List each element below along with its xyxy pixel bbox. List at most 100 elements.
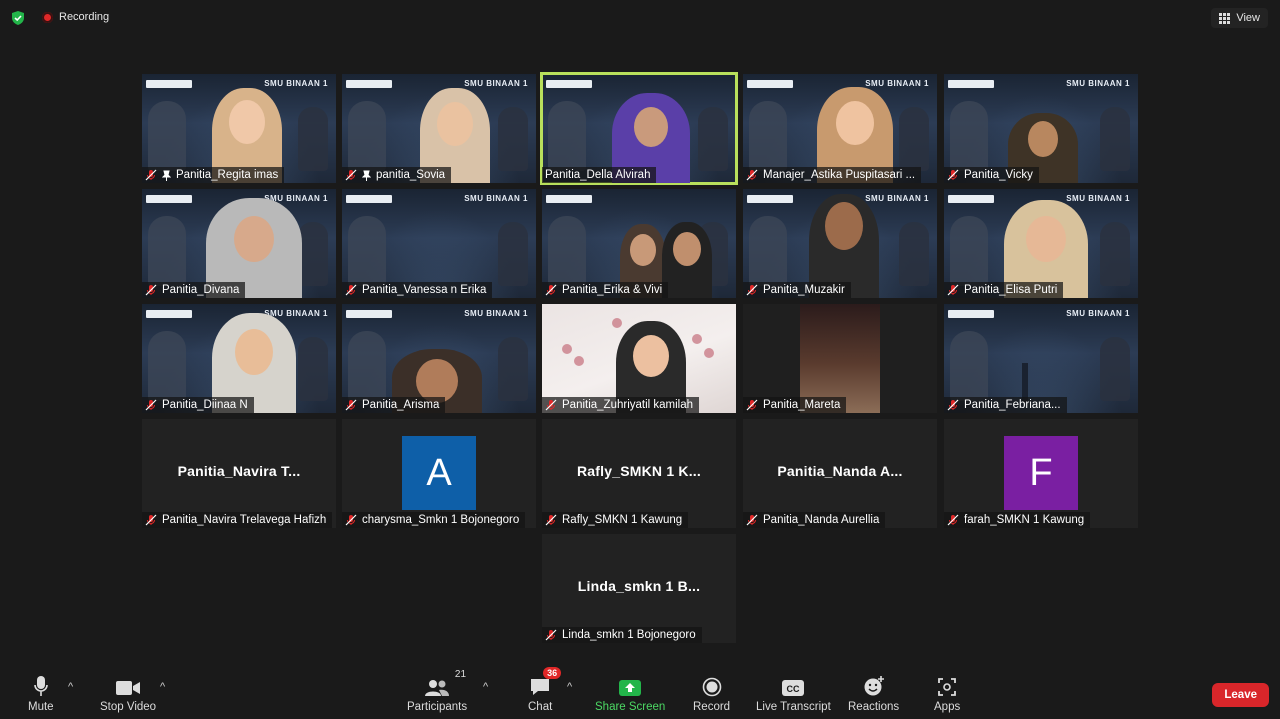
view-label: View xyxy=(1236,12,1260,24)
svg-text:CC: CC xyxy=(787,684,800,694)
video-tile[interactable]: SMU BINAAN 1 Panitia_Elisa Putri xyxy=(944,189,1138,298)
participant-name: panitia_Sovia xyxy=(376,169,446,181)
mic-muted-icon xyxy=(145,284,157,296)
live-transcript-label: Live Transcript xyxy=(756,701,831,713)
participant-name: Panitia_Vicky xyxy=(964,169,1033,181)
mic-muted-icon xyxy=(746,169,758,181)
recording-icon xyxy=(42,11,53,23)
mic-muted-icon xyxy=(746,284,758,296)
participants-options-caret-icon[interactable]: ^ xyxy=(483,681,488,693)
participant-name: Panitia_Della Alvirah xyxy=(545,169,651,181)
mic-muted-icon xyxy=(947,514,959,526)
chat-options-caret-icon[interactable]: ^ xyxy=(567,681,572,693)
grid-view-icon xyxy=(1219,12,1231,24)
meeting-toolbar: Mute ^ Stop Video ^ 21 Participants ^ 36… xyxy=(0,667,1280,719)
recording-indicator[interactable]: Recording xyxy=(42,11,109,23)
share-screen-label: Share Screen xyxy=(595,701,666,713)
video-tile[interactable]: Panitia_Zuhriyatil kamilah xyxy=(542,304,736,413)
mic-muted-icon xyxy=(545,284,557,296)
video-tile[interactable]: SMU BINAAN 1 Panitia_Divana xyxy=(142,189,336,298)
participant-name-plate: Panitia_Vicky xyxy=(944,167,1039,183)
apps-button[interactable]: Apps xyxy=(934,675,960,713)
record-label: Record xyxy=(693,701,731,713)
participant-display-name: Rafly_SMKN 1 K... xyxy=(577,463,701,479)
video-tile[interactable]: SMU BINAAN 1 Panitia_Vicky xyxy=(944,74,1138,183)
video-off-tile[interactable]: Panitia_Navira T... Panitia_Navira Trela… xyxy=(142,419,336,528)
video-off-tile[interactable]: F farah_SMKN 1 Kawung xyxy=(944,419,1138,528)
participant-name-plate: panitia_Sovia xyxy=(342,167,452,183)
video-tile[interactable]: Panitia_Mareta xyxy=(743,304,937,413)
participant-name: farah_SMKN 1 Kawung xyxy=(964,514,1085,526)
mic-muted-icon xyxy=(746,399,758,411)
reactions-icon xyxy=(864,676,884,696)
mic-muted-icon xyxy=(545,629,557,641)
reactions-label: Reactions xyxy=(848,701,900,713)
background-text: SMU BINAAN 1 xyxy=(1066,194,1130,203)
mute-label: Mute xyxy=(28,701,54,713)
chat-label: Chat xyxy=(528,701,553,713)
participant-name-plate: Panitia_Diinaa N xyxy=(142,397,254,413)
closed-caption-icon: CC xyxy=(782,680,805,696)
microphone-icon xyxy=(33,676,48,696)
video-options-caret-icon[interactable]: ^ xyxy=(160,681,165,693)
video-off-tile[interactable]: Rafly_SMKN 1 K... Rafly_SMKN 1 Kawung xyxy=(542,419,736,528)
video-tile[interactable]: SMU BINAAN 1 Manajer_Astika Puspitasari … xyxy=(743,74,937,183)
video-off-tile[interactable]: Panitia_Nanda A... Panitia_Nanda Aurelli… xyxy=(743,419,937,528)
video-tile[interactable]: SMU BINAAN 1 Panitia_Regita imas xyxy=(142,74,336,183)
participant-name: Panitia_Mareta xyxy=(763,399,841,411)
chat-unread-badge: 36 xyxy=(543,667,562,679)
share-screen-icon xyxy=(619,680,642,696)
security-shield-icon[interactable] xyxy=(10,10,26,26)
stop-video-label: Stop Video xyxy=(100,701,157,713)
share-screen-button[interactable]: Share Screen xyxy=(595,675,665,713)
video-tile[interactable]: Panitia_Erika & Vivi xyxy=(542,189,736,298)
participant-name: Panitia_Muzakir xyxy=(763,284,845,296)
video-tile[interactable]: SMU BINAAN 1 Panitia_Diinaa N xyxy=(142,304,336,413)
apps-label: Apps xyxy=(934,701,961,713)
mic-muted-icon xyxy=(145,514,157,526)
participant-name-plate: Rafly_SMKN 1 Kawung xyxy=(542,512,689,528)
participant-name-plate: Panitia_Nanda Aurellia xyxy=(743,512,886,528)
video-camera-icon xyxy=(116,681,141,695)
background-text: SMU BINAAN 1 xyxy=(464,309,528,318)
participant-name: Panitia_Nanda Aurellia xyxy=(763,514,880,526)
participant-name-plate: Panitia_Navira Trelavega Hafizh xyxy=(142,512,333,528)
participant-name: Panitia_Vanessa n Erika xyxy=(362,284,487,296)
stop-video-button[interactable]: Stop Video xyxy=(100,675,156,713)
mic-muted-icon xyxy=(947,284,959,296)
audio-options-caret-icon[interactable]: ^ xyxy=(68,681,73,693)
video-off-tile[interactable]: Linda_smkn 1 B... Linda_smkn 1 Bojonegor… xyxy=(542,534,736,643)
view-button[interactable]: View xyxy=(1211,8,1268,28)
reactions-button[interactable]: Reactions xyxy=(848,675,899,713)
participants-icon xyxy=(425,680,450,696)
video-tile[interactable]: SMU BINAAN 1 Panitia_Vanessa n Erika xyxy=(342,189,536,298)
video-tile[interactable]: SMU BINAAN 1 panitia_Sovia xyxy=(342,74,536,183)
participants-button[interactable]: 21 Participants xyxy=(407,669,467,713)
video-tile[interactable]: SMU BINAAN 1 Panitia_Febriana... xyxy=(944,304,1138,413)
participant-name: Linda_smkn 1 Bojonegoro xyxy=(562,629,696,641)
participant-name: Panitia_Regita imas xyxy=(176,169,279,181)
record-button[interactable]: Record xyxy=(693,675,730,713)
participant-display-name: Panitia_Navira T... xyxy=(177,463,301,479)
participant-name: Rafly_SMKN 1 Kawung xyxy=(562,514,683,526)
video-off-tile[interactable]: A charysma_Smkn 1 Bojonegoro xyxy=(342,419,536,528)
participant-name: Panitia_Divana xyxy=(162,284,240,296)
mic-muted-icon xyxy=(545,399,557,411)
background-text: SMU BINAAN 1 xyxy=(464,79,528,88)
mute-button[interactable]: Mute xyxy=(28,675,54,713)
mic-muted-icon xyxy=(345,514,357,526)
leave-button[interactable]: Leave xyxy=(1212,683,1269,707)
mic-muted-icon xyxy=(145,169,157,181)
background-text: SMU BINAAN 1 xyxy=(1066,79,1130,88)
participant-name: Manajer_Astika Puspitasari ... xyxy=(763,169,916,181)
participant-name-plate: Manajer_Astika Puspitasari ... xyxy=(743,167,922,183)
video-tile[interactable]: SMU BINAAN 1 Panitia_Muzakir xyxy=(743,189,937,298)
chat-icon xyxy=(531,679,550,695)
participant-name: Panitia_Elisa Putri xyxy=(964,284,1058,296)
video-tile-active-speaker[interactable]: Panitia_Della Alvirah xyxy=(540,72,738,185)
live-transcript-button[interactable]: CC Live Transcript xyxy=(756,675,831,713)
chat-button[interactable]: 36 Chat xyxy=(528,667,562,713)
participant-name: Panitia_Febriana... xyxy=(964,399,1061,411)
participant-name-plate: Panitia_Divana xyxy=(142,282,246,298)
video-tile[interactable]: SMU BINAAN 1 Panitia_Arisma xyxy=(342,304,536,413)
